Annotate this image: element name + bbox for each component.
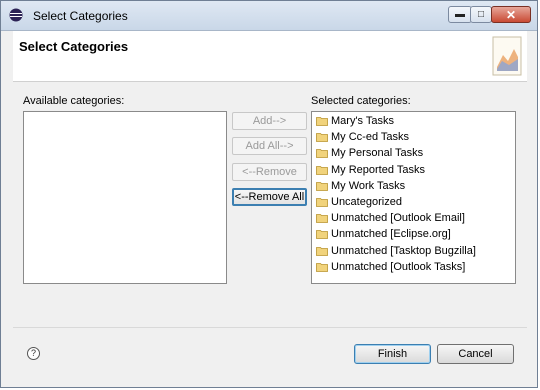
- close-icon: ✕: [505, 7, 517, 22]
- maximize-icon: □: [477, 9, 485, 20]
- list-item[interactable]: My Personal Tasks: [312, 145, 515, 161]
- folder-icon: [316, 262, 328, 272]
- list-item-label: Mary's Tasks: [331, 115, 395, 128]
- add-all-button[interactable]: Add All-->: [232, 137, 307, 155]
- cancel-button[interactable]: Cancel: [437, 344, 514, 364]
- list-item-label: Uncategorized: [331, 196, 402, 209]
- selected-categories-list[interactable]: Mary's Tasks My Cc-ed Tasks My Personal Ta…: [311, 111, 516, 284]
- list-item[interactable]: My Reported Tasks: [312, 162, 515, 178]
- list-item-label: My Reported Tasks: [331, 163, 425, 176]
- folder-icon: [316, 246, 328, 256]
- folder-icon: [316, 198, 328, 207]
- minimize-icon: ▬: [455, 9, 465, 20]
- list-item[interactable]: Unmatched [Outlook Tasks]: [312, 259, 515, 275]
- footer-divider: [13, 327, 527, 328]
- available-categories-list[interactable]: [23, 111, 227, 284]
- available-categories-label: Available categories:: [23, 95, 125, 107]
- folder-icon: [316, 230, 328, 240]
- list-item-label: Unmatched [Outlook Email]: [331, 212, 465, 225]
- window-title: Select Categories: [33, 9, 128, 23]
- remove-all-button[interactable]: <--Remove All: [232, 188, 307, 206]
- selected-categories-label: Selected categories:: [311, 95, 411, 107]
- help-icon[interactable]: ?: [27, 347, 40, 360]
- list-item-label: My Personal Tasks: [331, 147, 424, 160]
- list-item[interactable]: Unmatched [Outlook Email]: [312, 210, 515, 226]
- close-button[interactable]: ✕: [491, 6, 531, 23]
- select-categories-dialog: Select Categories ▬ □ ✕ Select Categorie…: [0, 0, 538, 388]
- list-item[interactable]: My Cc-ed Tasks: [312, 129, 515, 145]
- list-item-label: My Work Tasks: [331, 179, 406, 192]
- folder-icon: [316, 133, 328, 143]
- list-item-label: My Cc-ed Tasks: [331, 131, 410, 144]
- list-item-label: Unmatched [Outlook Tasks]: [331, 260, 466, 273]
- maximize-button[interactable]: □: [470, 6, 492, 23]
- folder-icon: [316, 117, 328, 126]
- finish-button[interactable]: Finish: [354, 344, 431, 364]
- folder-icon: [316, 149, 328, 159]
- list-item[interactable]: Mary's Tasks: [312, 113, 515, 129]
- list-item[interactable]: Unmatched [Tasktop Bugzilla]: [312, 243, 515, 259]
- dialog-header: Select Categories: [13, 31, 527, 82]
- categories-banner-icon: [492, 36, 522, 76]
- remove-button[interactable]: <--Remove: [232, 163, 307, 181]
- folder-icon: [316, 214, 328, 224]
- minimize-button[interactable]: ▬: [448, 6, 472, 23]
- list-item[interactable]: Unmatched [Eclipse.org]: [312, 226, 515, 242]
- folder-icon: [316, 181, 328, 191]
- list-item-label: Unmatched [Eclipse.org]: [331, 228, 451, 241]
- page-title: Select Categories: [19, 39, 129, 54]
- eclipse-icon: [9, 8, 23, 22]
- list-item[interactable]: My Work Tasks: [312, 178, 515, 194]
- list-item[interactable]: Uncategorized: [312, 194, 515, 210]
- add-button[interactable]: Add-->: [232, 112, 307, 130]
- list-item-label: Unmatched [Tasktop Bugzilla]: [331, 244, 476, 257]
- folder-icon: [316, 165, 328, 175]
- title-bar[interactable]: Select Categories ▬ □ ✕: [1, 1, 537, 31]
